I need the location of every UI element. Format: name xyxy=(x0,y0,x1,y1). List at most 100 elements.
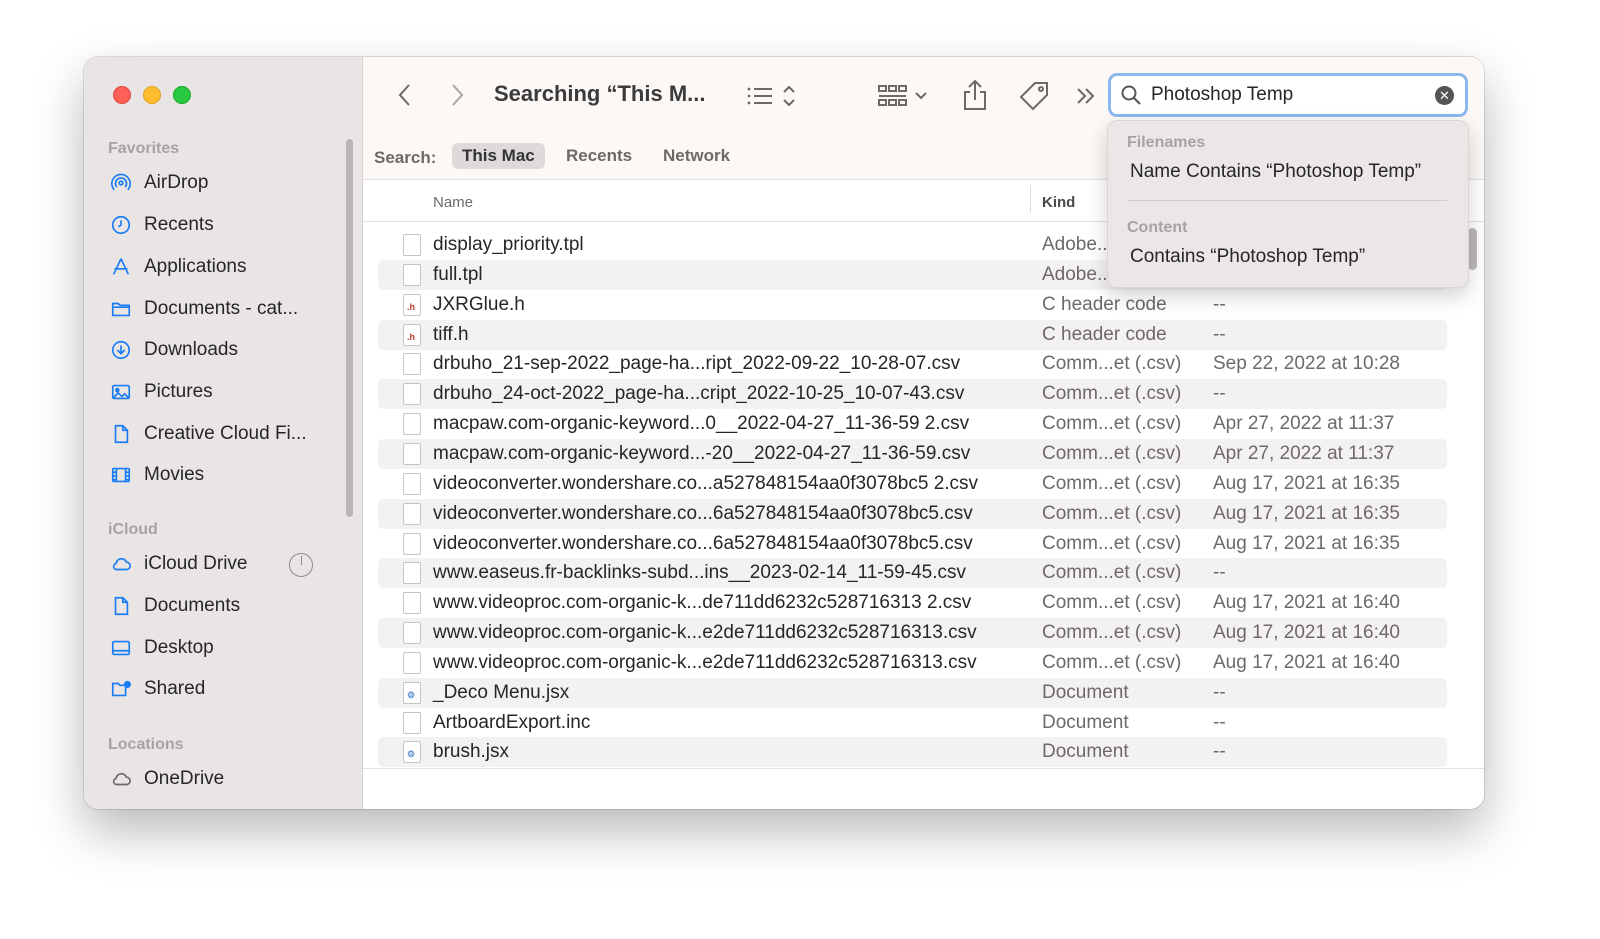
share-button[interactable] xyxy=(959,77,991,113)
file-icon: ⚙ xyxy=(403,681,421,704)
file-row[interactable]: www.videoproc.com-organic-k...e2de711dd6… xyxy=(378,648,1447,678)
file-row[interactable]: videoconverter.wondershare.co...6a527848… xyxy=(378,529,1447,559)
file-row[interactable]: drbuho_24-oct-2022_page-ha...cript_2022-… xyxy=(378,379,1447,410)
sidebar-item-label: AirDrop xyxy=(144,172,209,193)
scope-this-mac-button[interactable]: This Mac xyxy=(452,143,545,169)
sidebar-item-applications[interactable]: Applications xyxy=(108,250,344,284)
file-row[interactable]: videoconverter.wondershare.co...6a527848… xyxy=(378,498,1447,529)
file-icon xyxy=(403,413,421,436)
file-row[interactable]: www.easeus.fr-backlinks-subd...ins__2023… xyxy=(378,558,1447,589)
sidebar-item-desktop[interactable]: Desktop xyxy=(108,631,344,665)
scope-network-button[interactable]: Network xyxy=(653,143,740,169)
file-date: Aug 17, 2021 at 16:40 xyxy=(1213,622,1400,644)
file-name: drbuho_24-oct-2022_page-ha...cript_2022-… xyxy=(433,383,965,405)
search-field[interactable]: ✕ xyxy=(1108,73,1468,117)
sidebar-item-label: Downloads xyxy=(144,339,238,360)
sidebar-scrollbar[interactable] xyxy=(346,139,353,517)
more-toolbar-items-button[interactable] xyxy=(1071,81,1101,111)
tag-icon xyxy=(1019,82,1048,111)
file-date: -- xyxy=(1213,323,1226,345)
back-button[interactable] xyxy=(391,81,419,109)
column-header-name[interactable]: Name xyxy=(433,194,473,211)
column-divider[interactable] xyxy=(1030,185,1031,213)
file-icon xyxy=(403,353,421,376)
file-icon xyxy=(403,562,421,585)
file-date: -- xyxy=(1213,681,1226,703)
sidebar-item-shared[interactable]: Shared xyxy=(108,672,344,706)
clear-search-button[interactable]: ✕ xyxy=(1435,86,1454,105)
file-kind: Document xyxy=(1042,711,1129,733)
file-kind: Comm...et (.csv) xyxy=(1042,592,1182,614)
sidebar-item-label: Creative Cloud Fi... xyxy=(144,423,307,444)
file-type-badge: .h xyxy=(407,331,415,342)
file-name: www.videoproc.com-organic-k...e2de711dd6… xyxy=(433,622,977,644)
file-name: full.tpl xyxy=(433,263,483,285)
file-icon: .h xyxy=(403,323,421,346)
sidebar-item-documents-cat[interactable]: Documents - cat... xyxy=(108,292,344,326)
file-row[interactable]: drbuho_21-sep-2022_page-ha...ript_2022-0… xyxy=(378,349,1447,379)
forward-button[interactable] xyxy=(443,81,471,109)
file-row[interactable]: ⚙ _Deco Menu.jsx Document -- xyxy=(378,677,1447,708)
film-icon xyxy=(108,462,134,488)
file-icon xyxy=(403,234,421,256)
sidebar-item-movies[interactable]: Movies xyxy=(108,458,344,492)
file-date: Apr 27, 2022 at 11:37 xyxy=(1213,442,1395,464)
file-name: videoconverter.wondershare.co...6a527848… xyxy=(433,502,973,524)
scope-recents-button[interactable]: Recents xyxy=(556,143,642,169)
file-kind: Comm...et (.csv) xyxy=(1042,651,1182,673)
close-window-button[interactable] xyxy=(113,86,131,104)
column-header-kind[interactable]: Kind xyxy=(1042,194,1075,211)
sidebar-item-airdrop[interactable]: AirDrop xyxy=(108,166,344,200)
view-options-button[interactable] xyxy=(743,81,803,111)
file-date: Aug 17, 2021 at 16:40 xyxy=(1213,651,1400,673)
file-name: www.videoproc.com-organic-k...de711dd623… xyxy=(433,592,972,614)
file-name: JXRGlue.h xyxy=(433,293,525,315)
file-list-scrollbar[interactable] xyxy=(1468,228,1477,270)
file-row[interactable]: www.videoproc.com-organic-k...de711dd623… xyxy=(378,588,1447,618)
file-date: -- xyxy=(1213,562,1226,584)
grid-group-icon xyxy=(878,85,927,106)
file-date: Aug 17, 2021 at 16:35 xyxy=(1213,472,1400,494)
file-row[interactable]: macpaw.com-organic-keyword...0__2022-04-… xyxy=(378,409,1447,439)
suggestion-content-contains[interactable]: Contains “Photoshop Temp” xyxy=(1130,246,1365,268)
suggestion-name-contains[interactable]: Name Contains “Photoshop Temp” xyxy=(1130,161,1421,183)
sidebar-item-pictures[interactable]: Pictures xyxy=(108,375,344,409)
sidebar-item-label: Shared xyxy=(144,678,206,699)
file-icon xyxy=(403,592,421,615)
file-row[interactable]: macpaw.com-organic-keyword...-20__2022-0… xyxy=(378,438,1447,469)
path-bar-divider xyxy=(363,768,1484,769)
sidebar-item-creative-cloud[interactable]: Creative Cloud Fi... xyxy=(108,417,344,451)
shared-folder-icon xyxy=(108,676,134,702)
file-row[interactable]: .h JXRGlue.h C header code -- xyxy=(378,290,1447,320)
file-kind: Comm...et (.csv) xyxy=(1042,413,1182,435)
sidebar-item-label: Documents xyxy=(144,595,241,616)
search-icon xyxy=(1121,85,1141,105)
airdrop-icon xyxy=(108,170,134,196)
file-row[interactable]: .h tiff.h C header code -- xyxy=(378,319,1447,350)
sidebar-item-onedrive[interactable]: OneDrive xyxy=(108,762,344,796)
group-button[interactable] xyxy=(875,81,935,111)
file-row[interactable]: ArtboardExport.inc Document -- xyxy=(378,708,1447,738)
zoom-window-button[interactable] xyxy=(173,86,191,104)
file-list: display_priority.tpl Adobe... full.tpl Adob… xyxy=(363,230,1484,768)
minimize-window-button[interactable] xyxy=(143,86,161,104)
file-kind: Adobe... xyxy=(1042,263,1113,285)
sidebar-item-recents[interactable]: Recents xyxy=(108,208,344,242)
search-input[interactable] xyxy=(1151,84,1421,106)
chevron-left-icon xyxy=(398,84,410,106)
file-row[interactable]: videoconverter.wondershare.co...a5278481… xyxy=(378,469,1447,499)
sidebar-item-downloads[interactable]: Downloads xyxy=(108,333,344,367)
cloud-icon xyxy=(108,766,134,792)
file-kind: C header code xyxy=(1042,293,1167,315)
file-row[interactable]: ⚙ brush.jsx Document -- xyxy=(378,737,1447,768)
main-pane: Searching “This M... Photoshop Temp ✕ Se… xyxy=(363,57,1484,809)
file-date: Aug 17, 2021 at 16:35 xyxy=(1213,502,1400,524)
tag-button[interactable] xyxy=(1017,79,1051,113)
sidebar-heading-locations: Locations xyxy=(108,736,184,753)
file-name: brush.jsx xyxy=(433,741,510,763)
suggestion-divider xyxy=(1127,200,1447,201)
file-name: _Deco Menu.jsx xyxy=(433,681,570,703)
sidebar-item-icloud-documents[interactable]: Documents xyxy=(108,589,344,623)
file-row[interactable]: www.videoproc.com-organic-k...e2de711dd6… xyxy=(378,618,1447,649)
file-date: Aug 17, 2021 at 16:35 xyxy=(1213,532,1400,554)
